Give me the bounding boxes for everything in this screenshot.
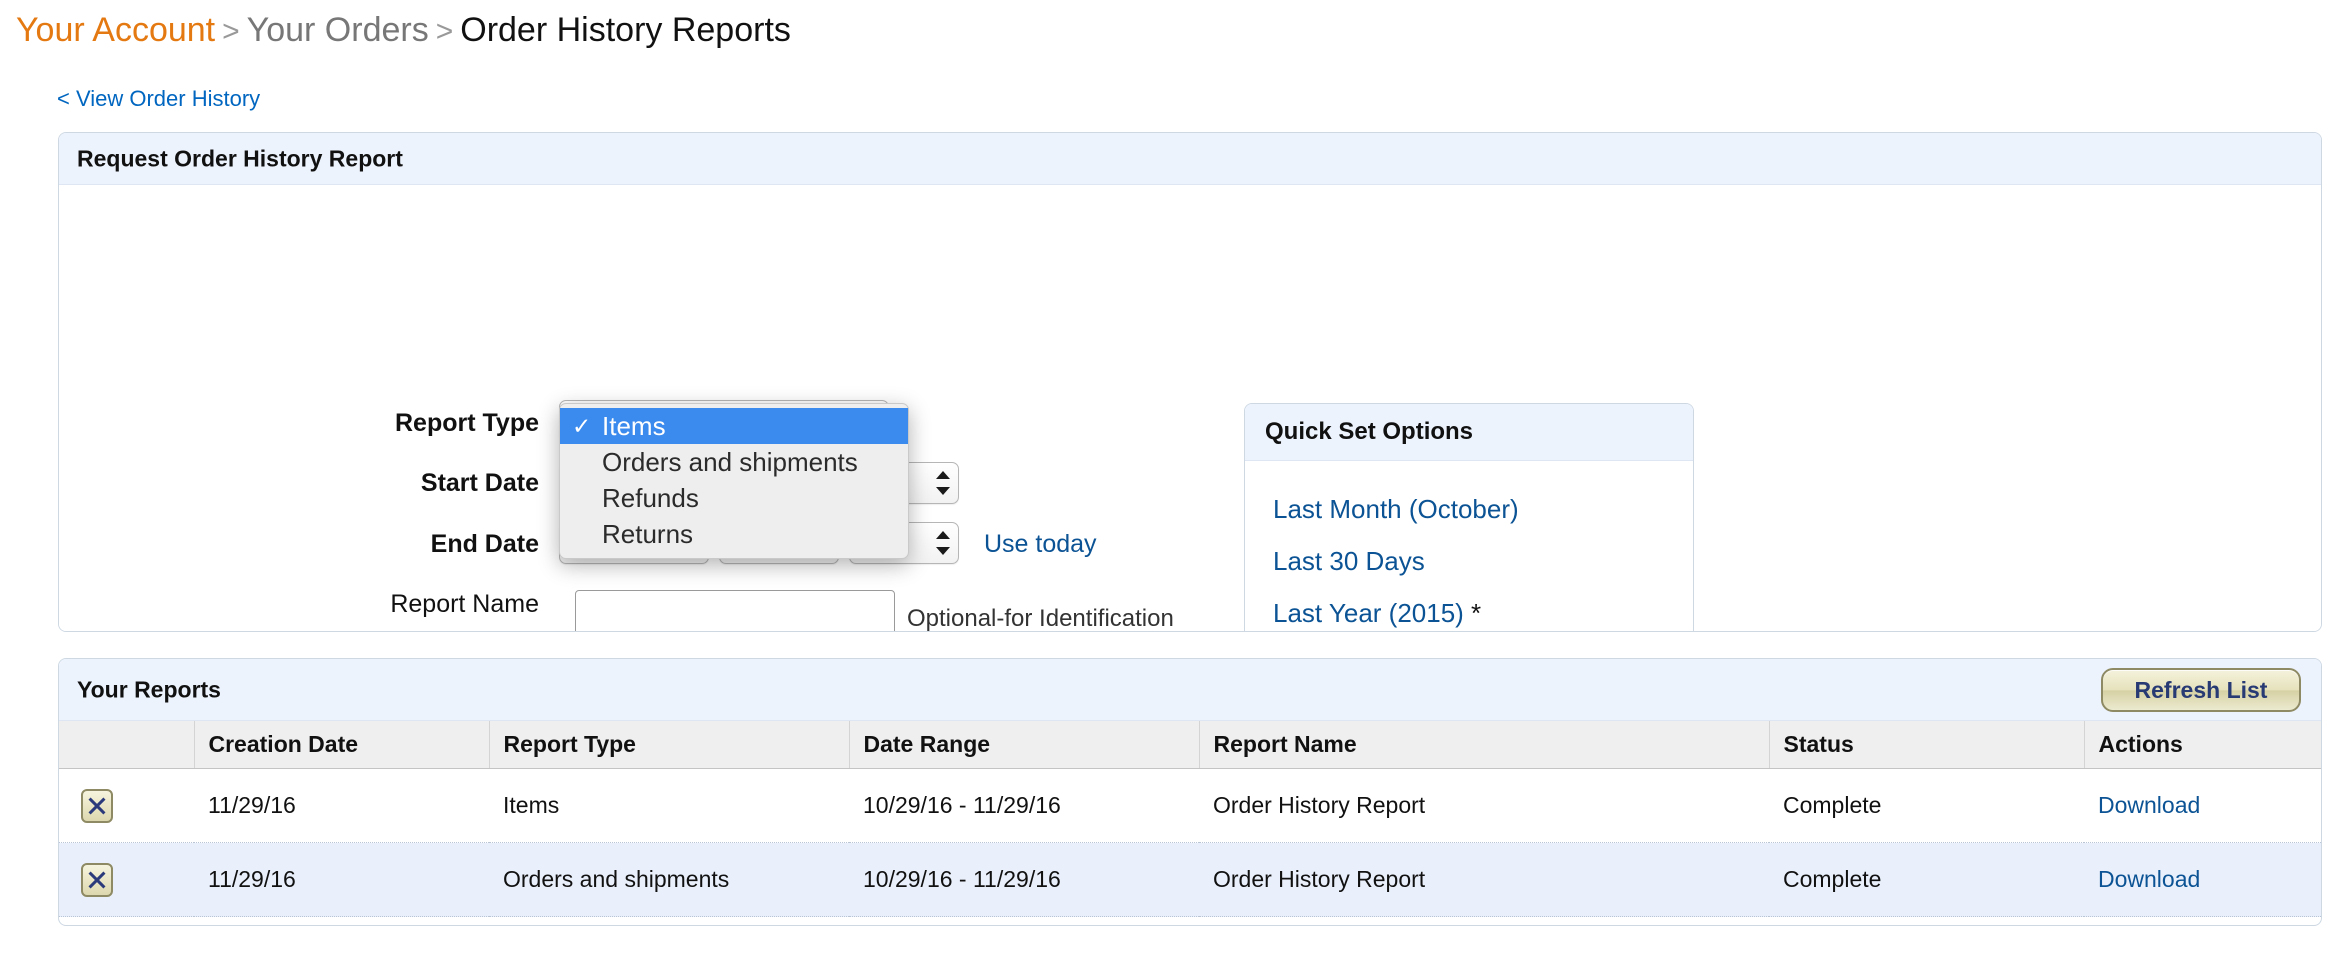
stepper-arrows-icon <box>936 470 950 496</box>
request-report-panel-body: Report Type Start Date End Date Report N… <box>59 185 2321 631</box>
report-type-option-returns-label: Returns <box>602 519 694 549</box>
column-header-report-name: Report Name <box>1199 721 1770 769</box>
column-header-status: Status <box>1769 721 2085 769</box>
page-root: Your Account > Your Orders > Order History R… <box>0 0 2334 976</box>
date-range-cell: 10/29/16 - 11/29/16 <box>849 842 1199 917</box>
column-header-delete <box>59 721 195 769</box>
report-name-cell: Order History Report <box>1199 842 1769 917</box>
check-icon: ✓ <box>572 413 592 439</box>
status-cell: Complete <box>1769 768 2084 843</box>
reports-table-header-row: Creation Date Report Type Date Range Rep… <box>59 721 2321 769</box>
quick-set-last-30-days-link[interactable]: Last 30 Days <box>1273 546 1425 577</box>
report-type-option-orders-and-shipments-label: Orders and shipments <box>602 447 858 477</box>
reports-table: Creation Date Report Type Date Range Rep… <box>59 721 2321 917</box>
breadcrumb-current-page: Order History Reports <box>460 11 791 49</box>
report-name-label: Report Name <box>390 590 539 618</box>
status-cell: Complete <box>1769 842 2084 917</box>
quick-set-options-header: Quick Set Options <box>1245 404 1693 461</box>
report-type-cell: Orders and shipments <box>489 842 849 917</box>
column-header-creation-date: Creation Date <box>194 721 490 769</box>
report-name-hint: Optional-for Identification <box>907 605 1174 632</box>
request-report-panel: Request Order History Report Report Type… <box>58 132 2322 632</box>
breadcrumb: Your Account > Your Orders > Order History R… <box>16 8 791 54</box>
breadcrumb-your-orders[interactable]: Your Orders <box>247 11 429 49</box>
quick-set-options-card: Quick Set Options Last Month (October) L… <box>1244 403 1694 631</box>
breadcrumb-separator-2: > <box>435 15 454 48</box>
your-reports-title: Your Reports <box>77 676 221 702</box>
delete-cell <box>59 768 194 843</box>
report-type-label: Report Type <box>395 409 539 437</box>
download-link[interactable]: Download <box>2084 842 2321 917</box>
column-header-report-type: Report Type <box>489 721 850 769</box>
column-header-date-range: Date Range <box>849 721 1200 769</box>
report-name-cell: Order History Report <box>1199 768 1769 843</box>
creation-date-cell: 11/29/16 <box>194 768 489 843</box>
end-date-label: End Date <box>430 530 539 558</box>
delete-report-icon[interactable] <box>81 788 113 823</box>
creation-date-cell: 11/29/16 <box>194 842 489 917</box>
request-report-panel-header: Request Order History Report <box>59 133 2321 185</box>
quick-set-last-month-link[interactable]: Last Month (October) <box>1273 494 1519 525</box>
report-name-input[interactable] <box>575 590 895 631</box>
report-type-option-refunds[interactable]: Refunds <box>560 480 908 516</box>
date-range-cell: 10/29/16 - 11/29/16 <box>849 768 1199 843</box>
quick-set-last-month-label: Last Month (October) <box>1273 494 1519 524</box>
use-today-link[interactable]: Use today <box>984 530 1097 559</box>
report-type-cell: Items <box>489 768 849 843</box>
request-report-panel-title: Request Order History Report <box>77 145 403 171</box>
quick-set-options-title: Quick Set Options <box>1265 418 1474 445</box>
stepper-arrows-icon <box>936 530 950 556</box>
table-row: 11/29/16 Items 10/29/16 - 11/29/16 Order… <box>59 768 2321 843</box>
report-type-dropdown-menu[interactable]: ✓ Items Orders and shipments Refunds Ret… <box>559 403 909 559</box>
your-reports-panel: Your Reports Refresh List Creation Date … <box>58 658 2322 926</box>
delete-report-icon[interactable] <box>81 862 113 897</box>
quick-set-last-30-days-label: Last 30 Days <box>1273 546 1425 576</box>
refresh-list-button[interactable]: Refresh List <box>2101 668 2301 712</box>
report-type-option-items-label: Items <box>602 411 666 441</box>
quick-set-last-year-label: Last Year (2015) <box>1273 598 1464 628</box>
breadcrumb-separator-1: > <box>222 15 240 48</box>
view-order-history-link[interactable]: < View Order History <box>57 86 260 112</box>
quick-set-last-year-star: * <box>1471 598 1482 628</box>
your-reports-panel-header: Your Reports Refresh List <box>59 659 2321 721</box>
start-date-label: Start Date <box>420 469 539 497</box>
download-link[interactable]: Download <box>2084 768 2321 843</box>
table-row: 11/29/16 Orders and shipments 10/29/16 -… <box>59 842 2321 917</box>
column-header-actions: Actions <box>2084 721 2321 769</box>
quick-set-last-year-link[interactable]: Last Year (2015) * <box>1273 598 1481 629</box>
report-type-option-orders-and-shipments[interactable]: Orders and shipments <box>560 444 908 480</box>
report-type-option-returns[interactable]: Returns <box>560 516 908 552</box>
delete-cell <box>59 842 194 917</box>
report-type-option-refunds-label: Refunds <box>602 483 699 513</box>
report-type-option-items[interactable]: ✓ Items <box>560 408 908 444</box>
breadcrumb-your-account[interactable]: Your Account <box>16 11 215 49</box>
